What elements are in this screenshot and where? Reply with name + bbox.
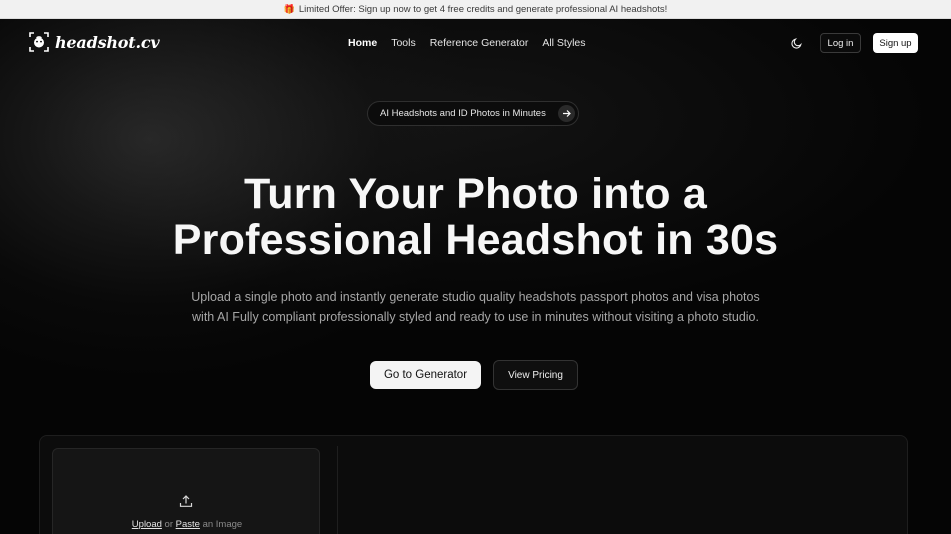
view-pricing-button[interactable]: View Pricing [493,360,578,390]
signup-button[interactable]: Sign up [873,33,918,53]
theme-toggle-button[interactable] [787,33,807,53]
image-upload-dropzone[interactable]: Upload or Paste an Image [52,448,320,534]
paste-link[interactable]: Paste [176,519,200,530]
hero-headline: Turn Your Photo into a Professional Head… [0,171,951,263]
promo-banner-text: Limited Offer: Sign up now to get 4 free… [298,3,668,15]
nav-link-tools[interactable]: Tools [391,37,416,49]
logo-text: headshot.cv [55,32,160,52]
promo-banner: 🎁 Limited Offer: Sign up now to get 4 fr… [0,0,951,19]
face-scan-icon [29,32,49,52]
generator-panel: Upload or Paste an Image [39,435,908,534]
hero-subheadline-line-2: with AI Fully compliant professionally s… [192,310,759,324]
top-navigation: headshot.cv Home Tools Reference Generat… [0,19,951,67]
panel-divider [337,446,338,534]
upload-or-text: or [161,519,176,530]
nav-link-all-styles[interactable]: All Styles [542,37,585,49]
gift-icon: 🎁 [283,3,295,14]
login-button[interactable]: Log in [820,33,861,53]
site-logo[interactable]: headshot.cv [29,32,160,52]
nav-links: Home Tools Reference Generator All Style… [348,37,586,49]
nav-link-home[interactable]: Home [348,37,377,49]
announcement-pill-text: AI Headshots and ID Photos in Minutes [380,108,546,119]
upload-suffix-text: an Image [199,519,243,530]
upload-link[interactable]: Upload [132,519,162,530]
upload-instructions: Upload or Paste an Image [53,519,321,530]
moon-icon [791,38,802,49]
upload-icon [179,495,193,507]
hero-subheadline: Upload a single photo and instantly gene… [170,287,781,327]
hero-headline-line-1: Turn Your Photo into a [243,170,708,218]
hero-headline-line-2: Professional Headshot in 30s [172,216,779,264]
announcement-pill[interactable]: AI Headshots and ID Photos in Minutes [367,101,579,126]
hero-subheadline-line-1: Upload a single photo and instantly gene… [191,290,760,304]
arrow-right-icon [558,105,575,122]
go-to-generator-button[interactable]: Go to Generator [370,361,481,389]
nav-link-reference-generator[interactable]: Reference Generator [430,37,529,49]
